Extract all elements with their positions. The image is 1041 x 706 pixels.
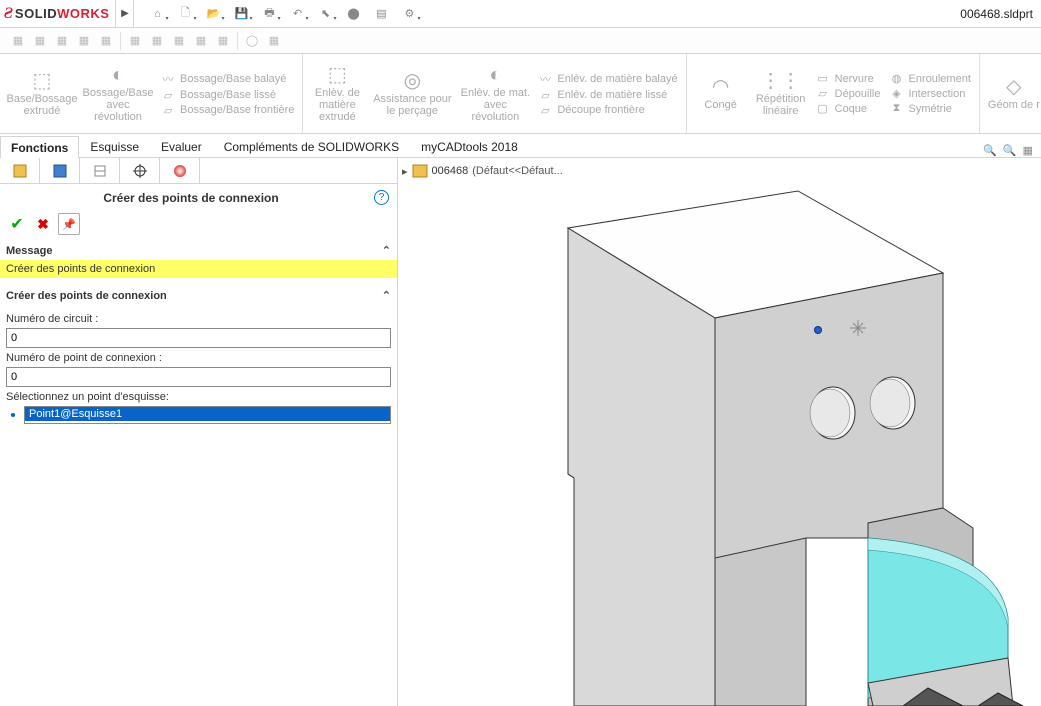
tab-addins[interactable]: Compléments de SOLIDWORKS bbox=[213, 135, 410, 157]
message-body: Créer des points de connexion bbox=[0, 260, 397, 278]
pin-button[interactable]: 📌 bbox=[58, 213, 80, 235]
shell-button[interactable]: ▢Coque bbox=[815, 102, 881, 115]
swept-cut-button[interactable]: 〰Enlèv. de matière balayé bbox=[537, 71, 677, 87]
lofted-boss-button[interactable]: ▱Bossage/Base lissé bbox=[160, 89, 294, 102]
help-icon[interactable]: ? bbox=[374, 190, 389, 205]
tab-sketch[interactable]: Esquisse bbox=[79, 135, 150, 157]
strip-icon-5[interactable]: ▦ bbox=[96, 31, 116, 51]
select-label: Sélectionnez un point d'esquisse: bbox=[6, 391, 391, 403]
boundary-cut-button[interactable]: ▱Découpe frontière bbox=[537, 104, 677, 117]
dimxpert-tab[interactable] bbox=[120, 158, 160, 183]
menu-expand-arrow[interactable]: ▶ bbox=[116, 0, 134, 27]
fillet-button[interactable]: ◠Congé bbox=[691, 56, 751, 131]
pm-title: Créer des points de connexion bbox=[8, 191, 374, 205]
rib-button[interactable]: ▭Nervure bbox=[815, 72, 881, 85]
mirror-button[interactable]: ⧗Symétrie bbox=[889, 102, 971, 115]
property-manager-tab[interactable] bbox=[40, 158, 80, 183]
create-section-header[interactable]: Créer des points de connexion ⌃ bbox=[0, 286, 397, 305]
file-name-label: 006468.sldprt bbox=[960, 7, 1041, 21]
sketch-point-icon bbox=[6, 408, 20, 422]
app-logo: Ƨ SOLIDWORKS bbox=[0, 0, 116, 27]
brand-works: WORKS bbox=[57, 6, 109, 21]
strip-icon-4[interactable]: ▦ bbox=[74, 31, 94, 51]
strip-icon-10[interactable]: ▦ bbox=[213, 31, 233, 51]
lofted-cut-button[interactable]: ▱Enlèv. de matière lissé bbox=[537, 89, 677, 102]
file-properties-icon[interactable]: ▤ bbox=[368, 3, 394, 25]
strip-icon-3[interactable]: ▦ bbox=[52, 31, 72, 51]
config-manager-tab[interactable] bbox=[80, 158, 120, 183]
ds-logo-icon: Ƨ bbox=[4, 5, 13, 23]
rebuild-icon[interactable]: ⬤ bbox=[340, 3, 366, 25]
draft-button[interactable]: ▱Dépouille bbox=[815, 87, 881, 100]
graphics-viewport[interactable]: ▸ 006468 (Défaut<<Défaut... bbox=[398, 158, 1041, 706]
select-icon[interactable]: ⬉▾ bbox=[312, 3, 338, 25]
zoom-area-icon[interactable]: 🔍 bbox=[1003, 144, 1017, 157]
brand-solid: SOLID bbox=[15, 6, 57, 21]
message-section-header[interactable]: Message ⌃ bbox=[0, 241, 397, 260]
undo-icon[interactable]: ↶▾ bbox=[284, 3, 310, 25]
ok-button[interactable]: ✔ bbox=[6, 213, 28, 235]
tab-features[interactable]: Fonctions bbox=[0, 136, 79, 158]
zoom-fit-icon[interactable]: 🔍 bbox=[983, 144, 997, 157]
cpoint-number-input[interactable] bbox=[6, 367, 391, 387]
ref-geometry-button[interactable]: ◇Géom de r bbox=[984, 56, 1041, 131]
secondary-toolbar: ▦ ▦ ▦ ▦ ▦ ▦ ▦ ▦ ▦ ▦ ◯ ▦ bbox=[0, 28, 1041, 54]
strip-icon-9[interactable]: ▦ bbox=[191, 31, 211, 51]
tab-evaluate[interactable]: Evaluer bbox=[150, 135, 213, 157]
print-icon[interactable]: 🖶▾ bbox=[256, 3, 282, 25]
cpoint-label: Numéro de point de connexion : bbox=[6, 352, 391, 364]
property-manager-panel: Créer des points de connexion ? ✔ ✖ 📌 Me… bbox=[0, 158, 398, 706]
save-icon[interactable]: 💾▾ bbox=[228, 3, 254, 25]
command-manager: ⬚Base/Bossage extrudé ◐Bossage/Base avec… bbox=[0, 54, 1041, 134]
chevron-up-icon: ⌃ bbox=[382, 244, 391, 257]
wrap-button[interactable]: ◍Enroulement bbox=[889, 72, 971, 85]
hole-wizard-button[interactable]: ◎Assistance pour le perçage bbox=[367, 56, 457, 131]
revolve-boss-button[interactable]: ◐Bossage/Base avec révolution bbox=[80, 56, 156, 131]
circuit-number-input[interactable] bbox=[6, 328, 391, 348]
model-3d-view[interactable] bbox=[398, 158, 1041, 706]
strip-icon-7[interactable]: ▦ bbox=[147, 31, 167, 51]
intersect-button[interactable]: ◈Intersection bbox=[889, 87, 971, 100]
ribbon-tabs: Fonctions Esquisse Evaluer Compléments d… bbox=[0, 134, 1041, 158]
swept-boss-button[interactable]: 〰Bossage/Base balayé bbox=[160, 71, 294, 87]
chevron-up-icon: ⌃ bbox=[382, 289, 391, 302]
strip-icon-12[interactable]: ▦ bbox=[264, 31, 284, 51]
view-orientation-icon[interactable]: ▦ bbox=[1023, 144, 1033, 157]
quick-access-toolbar: ⌂▾ 🗋▾ 📂▾ 💾▾ 🖶▾ ↶▾ ⬉▾ ⬤ ▤ ⚙▾ bbox=[134, 3, 432, 25]
display-manager-tab[interactable] bbox=[160, 158, 200, 183]
options-gear-icon[interactable]: ⚙▾ bbox=[396, 3, 422, 25]
home-icon[interactable]: ⌂▾ bbox=[144, 3, 170, 25]
new-file-icon[interactable]: 🗋▾ bbox=[172, 3, 198, 25]
cut-revolve-button[interactable]: ◐Enlèv. de mat. avec révolution bbox=[457, 56, 533, 131]
open-file-icon[interactable]: 📂▾ bbox=[200, 3, 226, 25]
strip-icon-6[interactable]: ▦ bbox=[125, 31, 145, 51]
feature-tree-tab[interactable] bbox=[0, 158, 40, 183]
strip-icon-11[interactable]: ◯ bbox=[242, 31, 262, 51]
cancel-button[interactable]: ✖ bbox=[32, 213, 54, 235]
tab-mycadtools[interactable]: myCADtools 2018 bbox=[410, 135, 529, 157]
extrude-boss-button[interactable]: ⬚Base/Bossage extrudé bbox=[4, 56, 80, 131]
strip-icon-8[interactable]: ▦ bbox=[169, 31, 189, 51]
linear-pattern-button[interactable]: ⋮⋮Répétition linéaire bbox=[751, 56, 811, 131]
circuit-label: Numéro de circuit : bbox=[6, 313, 391, 325]
strip-icon-2[interactable]: ▦ bbox=[30, 31, 50, 51]
boundary-boss-button[interactable]: ▱Bossage/Base frontière bbox=[160, 104, 294, 117]
selected-item[interactable]: Point1@Esquisse1 bbox=[25, 407, 390, 421]
strip-icon-1[interactable]: ▦ bbox=[8, 31, 28, 51]
title-bar: Ƨ SOLIDWORKS ▶ ⌂▾ 🗋▾ 📂▾ 💾▾ 🖶▾ ↶▾ ⬉▾ ⬤ ▤ … bbox=[0, 0, 1041, 28]
cut-extrude-button[interactable]: ⬚Enlèv. de matière extrudé bbox=[307, 56, 367, 131]
selection-list[interactable]: Point1@Esquisse1 bbox=[24, 406, 391, 424]
